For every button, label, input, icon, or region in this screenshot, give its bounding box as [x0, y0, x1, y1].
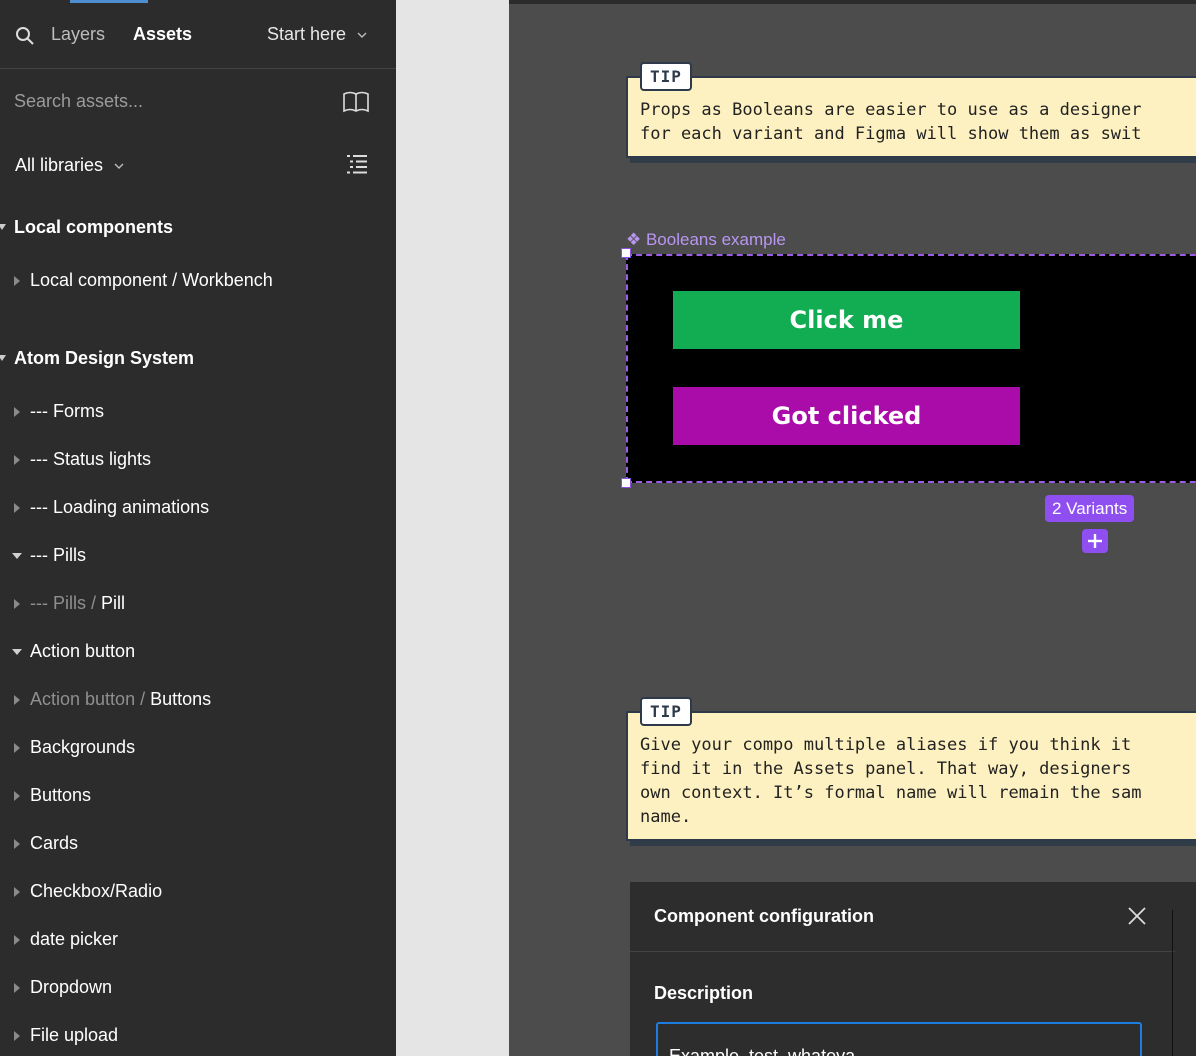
caret-down-icon: [12, 553, 22, 559]
list-item-label: --- Status lights: [30, 449, 152, 469]
tip-text-line: Props as Booleans are easier to use as a…: [640, 100, 1142, 120]
list-item-label: --- Loading animations: [30, 497, 210, 517]
list-item-label: File upload: [30, 1025, 119, 1045]
caret-down-icon: [0, 224, 6, 230]
section-title: Local components: [14, 217, 174, 237]
caret-right-icon: [14, 455, 20, 465]
asset-search[interactable]: Search assets...: [0, 80, 396, 124]
list-item-label: --- Forms: [30, 401, 104, 421]
description-label: Description: [654, 983, 754, 1003]
close-icon[interactable]: [1127, 906, 1147, 926]
caret-right-icon: [14, 983, 20, 993]
caret-right-icon: [14, 695, 20, 705]
component-set-label[interactable]: ❖ Booleans example: [626, 230, 786, 250]
library-filter-row: All libraries: [0, 146, 396, 186]
got-clicked-button[interactable]: Got clicked: [673, 387, 1020, 445]
list-item[interactable]: --- Pills: [0, 544, 396, 572]
page-selector[interactable]: Start here: [267, 24, 367, 45]
list-item[interactable]: Action button / Buttons: [0, 688, 396, 716]
caret-right-icon: [14, 887, 20, 897]
tip-card[interactable]: TIP Props as Booleans are easier to use …: [626, 62, 1196, 158]
plus-icon: [1088, 534, 1102, 548]
section-title: Atom Design System: [14, 348, 195, 368]
list-item-label: Action button / Buttons: [30, 689, 211, 710]
list-item-label: Local component / Workbench: [30, 270, 273, 290]
list-item[interactable]: Local component / Workbench: [0, 269, 396, 297]
tip-label: TIP: [640, 62, 692, 91]
tip-card[interactable]: TIP Give your compo multiple aliases if …: [626, 697, 1196, 841]
assets-sidebar: Layers Assets Start here Search assets..…: [0, 0, 396, 1056]
chevron-down-icon: [357, 32, 367, 38]
list-item-label: Buttons: [30, 785, 92, 805]
tab-assets[interactable]: Assets: [133, 24, 192, 45]
list-item-label: Dropdown: [30, 977, 113, 997]
list-item-parent: --- Pills /: [30, 593, 101, 613]
caret-down-icon: [12, 649, 22, 655]
list-item[interactable]: --- Pills / Pill: [0, 592, 396, 620]
tip-text-line: own context. It’s formal name will remai…: [640, 783, 1142, 803]
page-selector-label: Start here: [267, 24, 347, 44]
caret-down-icon: [0, 355, 6, 361]
list-item[interactable]: Cards: [0, 832, 396, 860]
variants-badge[interactable]: 2 Variants: [1045, 495, 1135, 522]
tip-text-line: Give your compo multiple aliases if you …: [640, 735, 1132, 755]
tip-label: TIP: [640, 697, 692, 726]
section-local-components[interactable]: Local components: [0, 217, 396, 241]
list-item[interactable]: date picker: [0, 928, 396, 956]
caret-right-icon: [14, 407, 20, 417]
book-icon[interactable]: [341, 89, 371, 115]
library-filter-label: All libraries: [15, 155, 104, 175]
list-item[interactable]: Dropdown: [0, 976, 396, 1004]
canvas-gutter: [396, 0, 509, 1056]
panel-header: Component configuration: [630, 882, 1175, 952]
search-input[interactable]: Search assets...: [14, 91, 143, 112]
list-item-label: Action button: [30, 641, 136, 661]
caret-right-icon: [14, 791, 20, 801]
canvas-top-edge: [509, 0, 1196, 4]
caret-right-icon: [14, 599, 20, 609]
caret-right-icon: [14, 839, 20, 849]
list-item-label: --- Pills / Pill: [30, 593, 125, 614]
list-item-parent: Action button /: [30, 689, 151, 709]
section-atom-design-system[interactable]: Atom Design System: [0, 348, 396, 372]
list-item[interactable]: Checkbox/Radio: [0, 880, 396, 908]
caret-right-icon: [14, 503, 20, 513]
click-me-button[interactable]: Click me: [673, 291, 1020, 349]
list-item[interactable]: --- Loading animations: [0, 496, 396, 524]
list-item[interactable]: Buttons: [0, 784, 396, 812]
list-item-child: Pill: [101, 593, 126, 613]
list-item-label: Cards: [30, 833, 79, 853]
description-field[interactable]: [656, 1022, 1142, 1056]
list-item[interactable]: --- Status lights: [0, 448, 396, 476]
library-filter[interactable]: All libraries: [15, 155, 124, 176]
list-item-label: --- Pills: [30, 545, 86, 565]
resize-handle[interactable]: [621, 478, 631, 488]
tip-text-line: find it in the Assets panel. That way, d…: [640, 759, 1132, 779]
list-item[interactable]: File upload: [0, 1024, 396, 1052]
chevron-down-icon: [114, 163, 124, 169]
list-item[interactable]: Backgrounds: [0, 736, 396, 764]
component-set-frame[interactable]: [626, 254, 1196, 483]
list-item-child: Buttons: [150, 689, 212, 709]
list-view-icon[interactable]: [345, 152, 369, 176]
caret-right-icon: [14, 1031, 20, 1041]
search-icon[interactable]: [15, 26, 35, 46]
caret-right-icon: [14, 935, 20, 945]
list-item[interactable]: Action button: [0, 640, 396, 668]
list-item[interactable]: --- Forms: [0, 400, 396, 428]
tip-text-line: for each variant and Figma will show the…: [640, 124, 1142, 144]
panel-divider: [1172, 910, 1173, 1056]
component-configuration-panel: Component configuration Description: [630, 882, 1196, 1056]
caret-right-icon: [14, 743, 20, 753]
add-variant-button[interactable]: [1082, 529, 1108, 553]
list-item-label: Checkbox/Radio: [30, 881, 163, 901]
list-item-label: date picker: [30, 929, 119, 949]
list-item-label: Backgrounds: [30, 737, 136, 757]
tip-text-line: name.: [640, 807, 692, 827]
caret-right-icon: [14, 276, 20, 286]
tab-layers[interactable]: Layers: [51, 24, 105, 45]
sidebar-header: Layers Assets Start here: [0, 0, 396, 69]
panel-title: Component configuration: [654, 906, 874, 926]
resize-handle[interactable]: [621, 248, 631, 258]
